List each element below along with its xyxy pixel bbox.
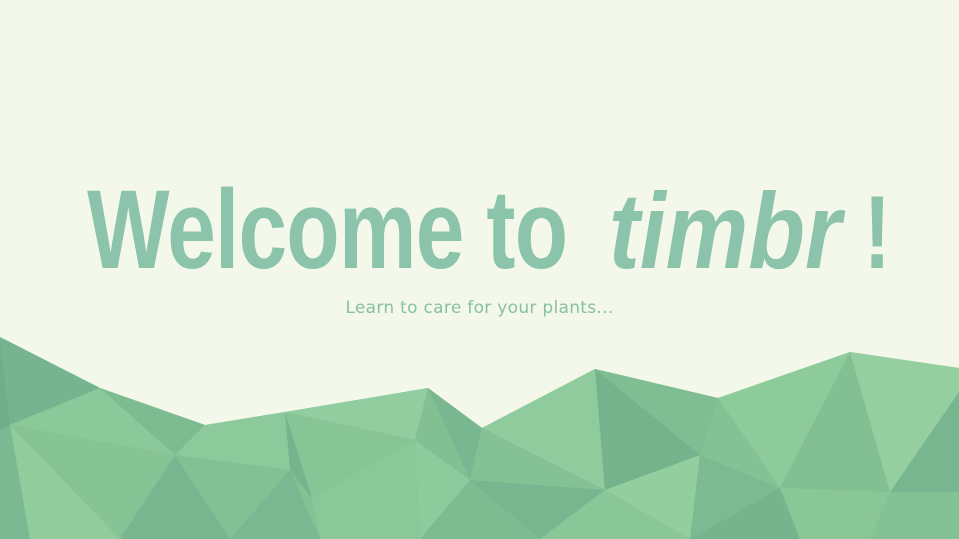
headline-welcome-word: Welcome [87, 167, 464, 292]
welcome-page: Welcome to timbr ! Learn to care for you… [0, 0, 959, 539]
welcome-headline: Welcome to timbr ! [0, 167, 959, 292]
headline-to-word: to [486, 167, 569, 292]
tagline: Learn to care for your plants... [345, 298, 614, 318]
brand-name: timbr [608, 170, 841, 291]
headline-exclamation: ! [863, 175, 891, 291]
